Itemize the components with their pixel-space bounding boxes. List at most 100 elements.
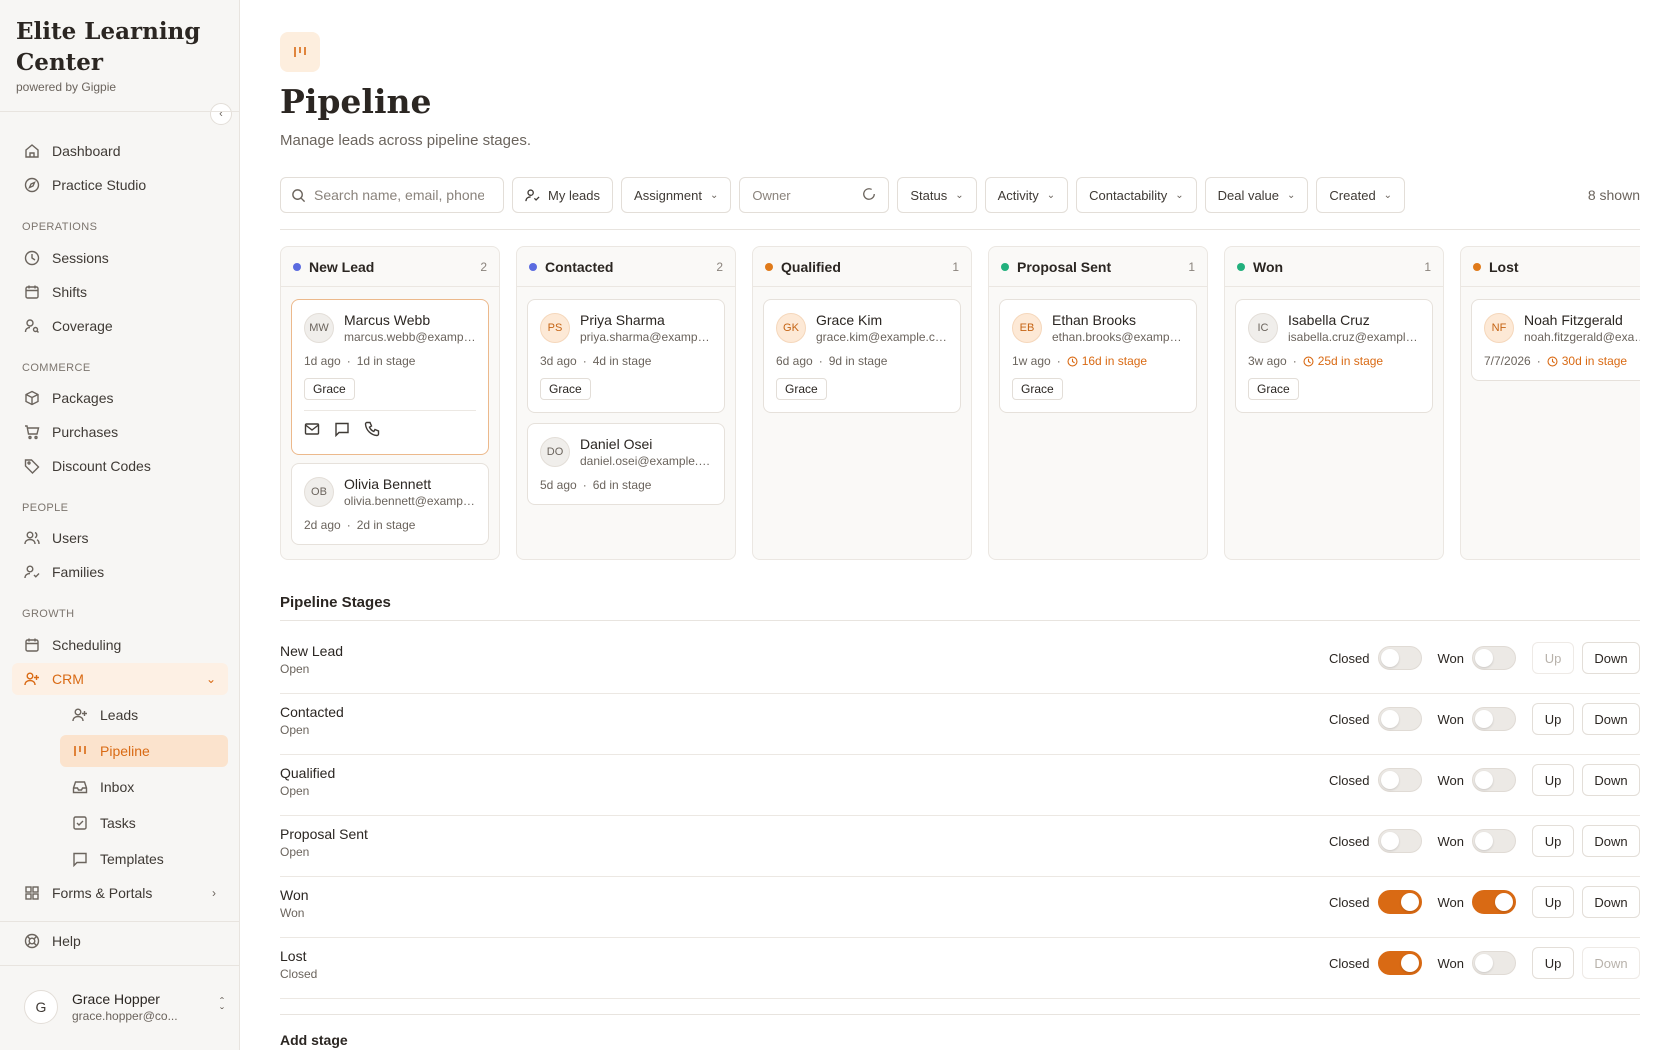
deal-value-filter[interactable]: Deal value ⌄ [1204, 177, 1309, 213]
sidebar-item-pipeline[interactable]: Pipeline [60, 735, 228, 767]
lead-age: 7/7/2026 [1484, 354, 1531, 368]
won-toggle[interactable] [1472, 646, 1516, 670]
move-down-button[interactable]: Down [1582, 642, 1640, 674]
sidebar-item-tasks[interactable]: Tasks [60, 807, 228, 839]
stage-name: Lost [280, 948, 307, 964]
move-down-button[interactable]: Down [1582, 947, 1640, 979]
won-toggle[interactable] [1472, 951, 1516, 975]
lead-card[interactable]: EB Ethan Brooks ethan.brooks@example.com… [999, 299, 1197, 413]
stage-dot [529, 262, 537, 271]
move-up-button[interactable]: Up [1532, 825, 1574, 857]
sidebar-item-coverage[interactable]: Coverage [12, 310, 228, 342]
sidebar-item-forms-portals[interactable]: Forms & Portals › [12, 877, 228, 909]
lead-card[interactable]: NF Noah Fitzgerald noah.fitzgerald@examp… [1471, 299, 1640, 381]
lead-card[interactable]: GK Grace Kim grace.kim@example.com 6d ag… [763, 299, 961, 413]
closed-toggle[interactable] [1377, 768, 1422, 792]
closed-toggle[interactable] [1377, 707, 1422, 731]
chevrons-up-down-icon: ˆˇ [220, 995, 224, 1019]
move-up-button[interactable]: Up [1532, 764, 1574, 796]
won-label: Won [1437, 833, 1465, 849]
message-icon[interactable] [334, 421, 350, 442]
search-input[interactable] [314, 187, 484, 203]
move-down-button[interactable]: Down [1582, 825, 1640, 857]
sidebar-item-inbox[interactable]: Inbox [60, 771, 228, 803]
brand-title: Elite Learning Center [16, 18, 201, 76]
closed-toggle[interactable] [1377, 829, 1422, 853]
move-up-button[interactable]: Up [1532, 703, 1574, 735]
users-icon [22, 528, 42, 548]
sidebar-item-discount-codes[interactable]: Discount Codes [12, 450, 228, 482]
sidebar-item-families[interactable]: Families [12, 556, 228, 588]
move-up-button[interactable]: Up [1532, 947, 1574, 979]
column-title: New Lead [309, 258, 375, 275]
contactability-filter[interactable]: Contactability ⌄ [1076, 177, 1197, 213]
move-down-button[interactable]: Down [1582, 703, 1640, 735]
lead-name: Marcus Webb [344, 312, 431, 328]
closed-label: Closed [1329, 650, 1370, 666]
sidebar-item-leads[interactable]: Leads [60, 699, 228, 731]
won-toggle[interactable] [1472, 829, 1516, 853]
compass-icon [22, 175, 42, 195]
sidebar-item-label: Sessions [52, 250, 109, 266]
won-toggle[interactable] [1472, 707, 1516, 731]
stage-column-contacted: Contacted 2 PS Priya Sharma priya.sharma… [516, 246, 736, 560]
lead-name: Isabella Cruz [1288, 312, 1370, 328]
owner-filter[interactable]: Owner [739, 177, 890, 213]
move-down-button[interactable]: Down [1582, 764, 1640, 796]
user-menu[interactable]: G Grace Hopper grace.hopper@co... ˆˇ [24, 987, 224, 1027]
owner-badge: Grace [1012, 378, 1063, 400]
sidebar-item-packages[interactable]: Packages [12, 382, 228, 414]
sidebar-item-dashboard[interactable]: Dashboard [12, 135, 228, 167]
closed-toggle[interactable] [1377, 890, 1422, 914]
sidebar-item-sessions[interactable]: Sessions [12, 242, 228, 274]
stage-name: Contacted [280, 704, 344, 720]
sidebar-item-users[interactable]: Users [12, 522, 228, 554]
won-toggle[interactable] [1472, 768, 1516, 792]
lead-name: Daniel Osei [580, 436, 653, 452]
lead-card[interactable]: PS Priya Sharma priya.sharma@example.com… [527, 299, 725, 413]
column-count: 1 [952, 259, 959, 274]
kanban-icon [70, 741, 90, 761]
sidebar-item-templates[interactable]: Templates [60, 843, 228, 875]
phone-icon[interactable] [364, 421, 380, 442]
time-in-stage: 9d in stage [828, 354, 888, 368]
stage-name: New Lead [280, 643, 344, 659]
activity-filter[interactable]: Activity ⌄ [984, 177, 1069, 213]
won-toggle[interactable] [1472, 890, 1516, 914]
calendar-icon [22, 282, 42, 302]
sidebar-item-crm[interactable]: CRM ⌄ [12, 663, 228, 695]
lead-card[interactable]: MW Marcus Webb marcus.webb@example.com 1… [291, 299, 489, 455]
status-filter[interactable]: Status ⌄ [897, 177, 977, 213]
created-filter[interactable]: Created ⌄ [1316, 177, 1406, 213]
sidebar-item-scheduling[interactable]: Scheduling [12, 629, 228, 661]
time-in-stage: 4d in stage [592, 354, 652, 368]
my-leads-button[interactable]: My leads [512, 177, 614, 213]
assignment-filter[interactable]: Assignment ⌄ [621, 177, 732, 213]
status-label: Status [910, 187, 948, 203]
lead-age: 3d ago [540, 354, 577, 368]
closed-toggle[interactable] [1377, 951, 1422, 975]
sidebar-item-help[interactable]: Help [12, 925, 228, 957]
column-header: New Lead 2 [281, 247, 499, 287]
user-email: grace.hopper@co... [72, 1009, 178, 1023]
sidebar-collapse-button[interactable]: ‹ [210, 103, 232, 125]
sidebar-item-practice-studio[interactable]: Practice Studio [12, 169, 228, 201]
lead-card[interactable]: OB Olivia Bennett olivia.bennett@example… [291, 463, 489, 545]
sidebar-item-purchases[interactable]: Purchases [12, 416, 228, 448]
sidebar-item-label: Coverage [52, 318, 113, 334]
owner-badge: Grace [1248, 378, 1299, 400]
lead-age: 1w ago [1012, 354, 1051, 368]
mail-icon[interactable] [304, 421, 320, 442]
clock-icon [1547, 355, 1558, 367]
chevron-right-icon: › [212, 886, 216, 900]
lead-card[interactable]: DO Daniel Osei daniel.osei@example.com 5… [527, 423, 725, 505]
time-in-stage: 1d in stage [356, 354, 416, 368]
move-up-button[interactable]: Up [1532, 886, 1574, 918]
closed-toggle[interactable] [1377, 646, 1422, 670]
lead-card[interactable]: IC Isabella Cruz isabella.cruz@example.c… [1235, 299, 1433, 413]
move-down-button[interactable]: Down [1582, 886, 1640, 918]
sidebar-item-label: Packages [52, 390, 114, 406]
sidebar-item-shifts[interactable]: Shifts [12, 276, 228, 308]
move-up-button[interactable]: Up [1532, 642, 1574, 674]
column-title: Qualified [781, 258, 841, 275]
